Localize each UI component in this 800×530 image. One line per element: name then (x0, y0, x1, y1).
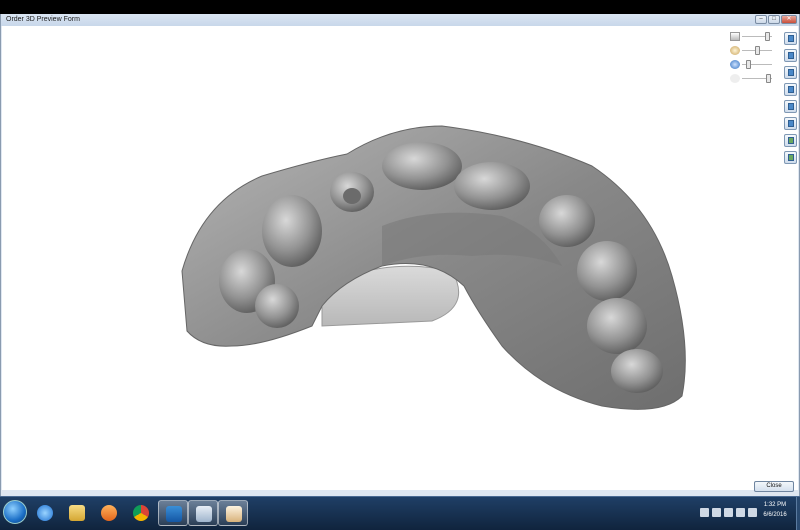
dental-model[interactable] (2, 26, 798, 490)
ie-taskbar-button[interactable] (30, 500, 60, 526)
show-desktop-button[interactable] (796, 497, 800, 530)
tooth (343, 188, 361, 204)
tooth (587, 298, 647, 354)
outlook-taskbar-button[interactable] (158, 500, 188, 526)
title-bar[interactable]: Order 3D Preview Form – □ ✕ (1, 14, 799, 26)
view-back-icon (788, 52, 794, 59)
clock[interactable]: 1:32 PM 6/6/2016 (755, 500, 795, 520)
tray-flag-icon[interactable] (724, 508, 733, 517)
tooth (255, 284, 299, 328)
maximize-button[interactable]: □ (768, 15, 780, 24)
slider-thumb[interactable] (755, 46, 760, 55)
tooth (454, 162, 530, 210)
scan-b-icon (788, 154, 794, 161)
window-controls: – □ ✕ (755, 15, 797, 24)
folder-taskbar-button[interactable] (62, 500, 92, 526)
slider-thumb[interactable] (765, 32, 770, 41)
minimize-button[interactable]: – (755, 15, 767, 24)
window-title: Order 3D Preview Form (6, 16, 80, 23)
slider-lighting[interactable] (730, 74, 774, 83)
app-taskbar-button[interactable] (188, 500, 218, 526)
slider-brightness[interactable] (730, 32, 774, 41)
outlook-icon (166, 506, 182, 522)
gum-icon (730, 60, 740, 69)
slider-tooth-opacity[interactable] (730, 46, 774, 55)
start-button[interactable] (3, 500, 27, 524)
ie-icon (37, 505, 53, 521)
slider-thumb[interactable] (746, 60, 751, 69)
slider-gum-opacity[interactable] (730, 60, 774, 69)
close-button[interactable]: Close (754, 481, 794, 492)
chrome-taskbar-button[interactable] (126, 500, 156, 526)
close-window-button[interactable]: ✕ (781, 15, 797, 24)
scan-a-button[interactable] (784, 134, 797, 147)
folder-icon (69, 505, 85, 521)
view-bottom-icon (788, 120, 794, 127)
tooth-icon (730, 46, 740, 55)
clock-time: 1:32 PM (763, 502, 787, 508)
top-letterbox (0, 0, 800, 14)
view-bottom-button[interactable] (784, 117, 797, 130)
system-tray (700, 505, 757, 521)
light-icon (730, 74, 740, 83)
view-front-icon (788, 35, 794, 42)
view-left-icon (788, 69, 794, 76)
app-window-icon (196, 506, 212, 522)
media-player-taskbar-button[interactable] (94, 500, 124, 526)
view-right-button[interactable] (784, 83, 797, 96)
scan-b-button[interactable] (784, 151, 797, 164)
tooth (611, 349, 663, 393)
app-taskbar-button-2[interactable] (218, 500, 248, 526)
view-front-button[interactable] (784, 32, 797, 45)
tooth (577, 241, 637, 301)
scan-a-icon (788, 137, 794, 144)
tray-network-icon[interactable] (712, 508, 721, 517)
preview-window: Order 3D Preview Form – □ ✕ Close (0, 14, 800, 496)
3d-viewport[interactable] (2, 26, 798, 490)
view-back-button[interactable] (784, 49, 797, 62)
clock-date: 6/6/2016 (763, 512, 787, 518)
tooth (382, 142, 462, 190)
tooth (539, 195, 595, 247)
view-left-button[interactable] (784, 66, 797, 79)
tray-volume-icon[interactable] (736, 508, 745, 517)
view-top-button[interactable] (784, 100, 797, 113)
view-top-icon (788, 103, 794, 110)
chrome-icon (133, 505, 149, 521)
slider-thumb[interactable] (766, 74, 771, 83)
brightness-icon (730, 32, 740, 41)
media-player-icon (101, 505, 117, 521)
tray-arrow-icon[interactable] (700, 508, 709, 517)
app-window-icon-2 (226, 506, 242, 522)
tooth (262, 195, 322, 267)
taskbar: 1:32 PM 6/6/2016 (0, 496, 800, 530)
view-right-icon (788, 86, 794, 93)
